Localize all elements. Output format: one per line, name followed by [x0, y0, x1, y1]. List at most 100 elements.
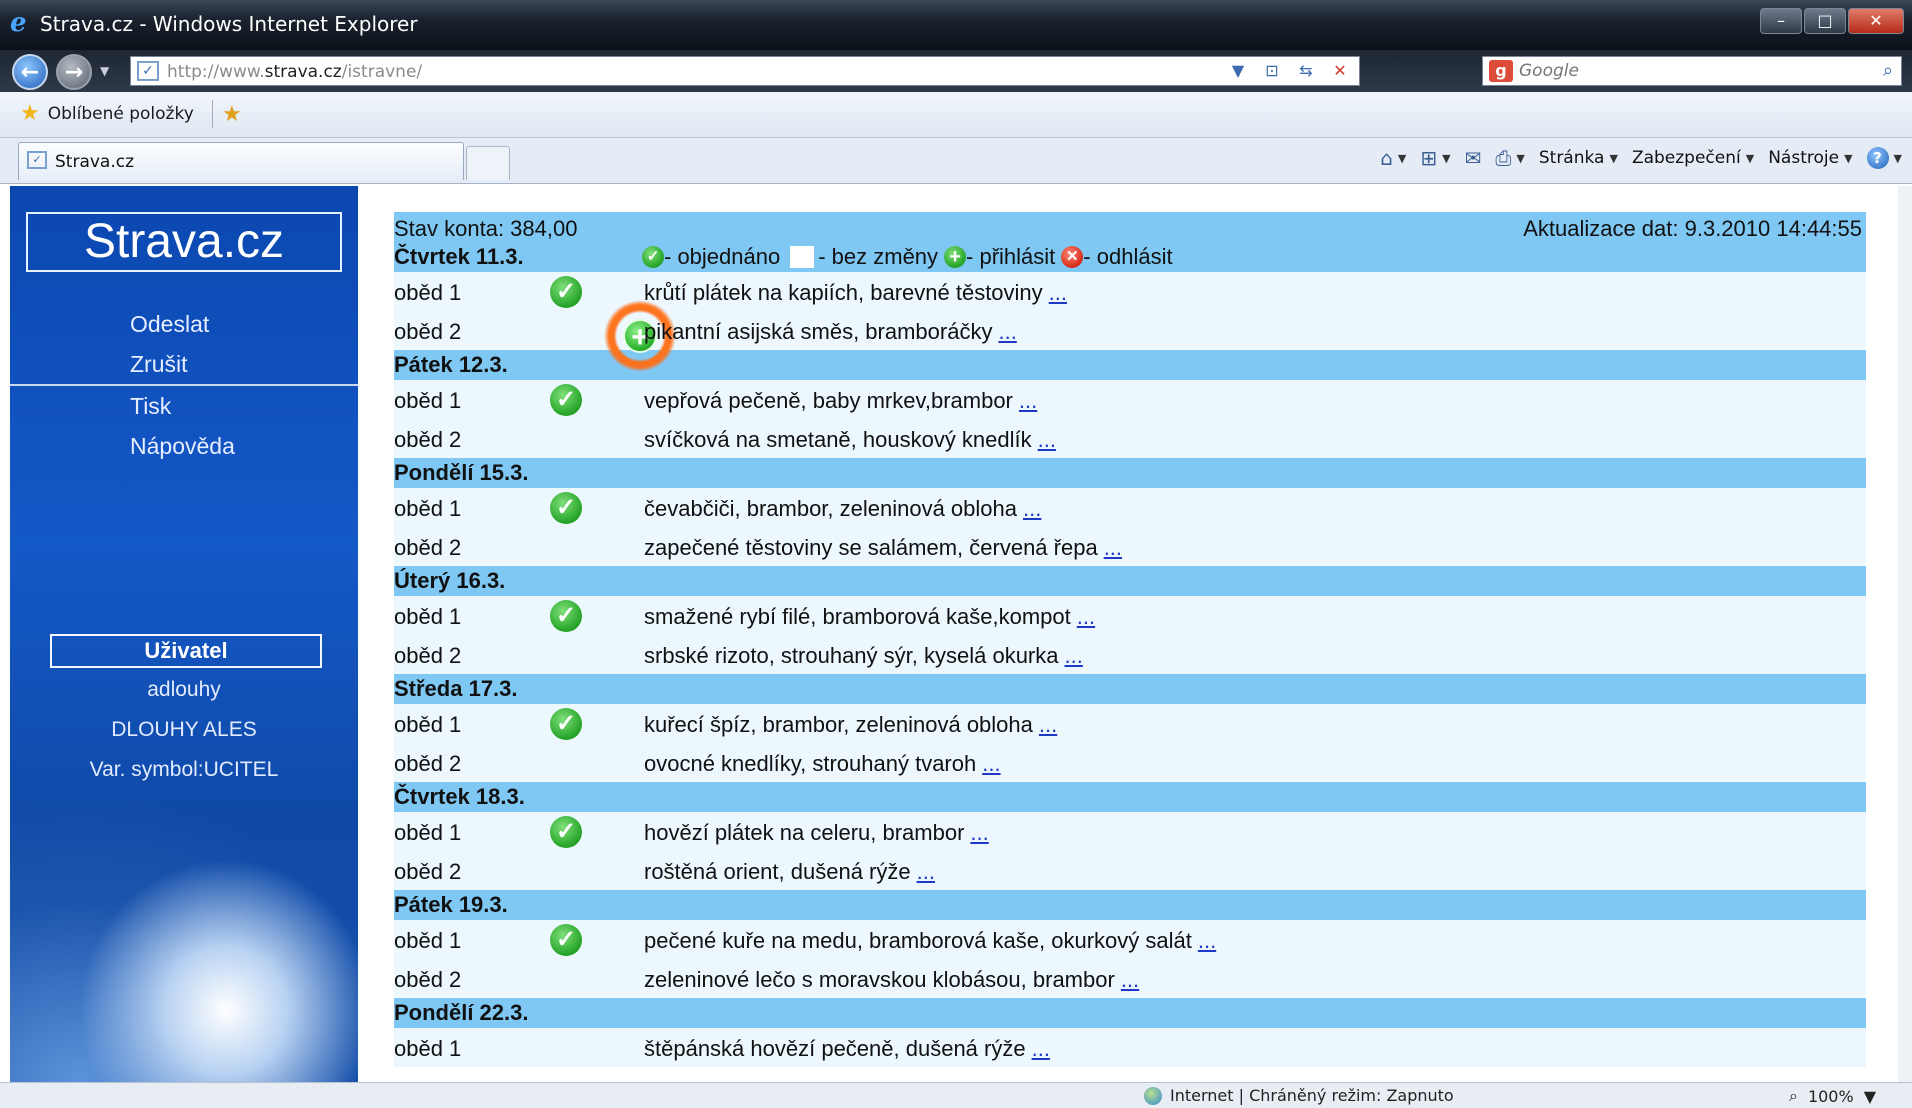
meal-detail-link[interactable]: ...	[1023, 496, 1041, 521]
rss-icon: ⊞	[1420, 146, 1438, 170]
close-button[interactable]: ✕	[1848, 8, 1904, 34]
meal-detail-link[interactable]: ...	[1039, 712, 1057, 737]
minimize-button[interactable]: –	[1760, 8, 1802, 34]
vertical-scrollbar[interactable]	[1898, 186, 1912, 1082]
ordered-check-icon: ✓	[550, 708, 582, 740]
meal-status[interactable]	[550, 639, 582, 671]
legend-logout: ✕ - odhlásit	[1061, 244, 1173, 270]
favorites-star-icon: ★	[20, 101, 40, 126]
zoom-control[interactable]: ⌕ 100% ▼	[1789, 1086, 1876, 1106]
meal-status[interactable]	[550, 1032, 582, 1064]
meal-label: oběd 1	[394, 604, 462, 629]
meal-detail-link[interactable]: ...	[1038, 427, 1056, 452]
help-menu[interactable]: ? ▼	[1866, 147, 1902, 169]
home-button[interactable]: ⌂ ▼	[1380, 146, 1406, 170]
meal-detail-link[interactable]: ...	[998, 319, 1016, 344]
main-content: Stav konta: 384,00 Aktualizace dat: 9.3.…	[358, 186, 1898, 1082]
day-header: Úterý 16.3.	[394, 566, 1866, 596]
ordered-check-icon: ✓	[642, 246, 664, 268]
meal-detail-link[interactable]: ...	[970, 820, 988, 845]
legend-login-label: - přihlásit	[966, 244, 1056, 269]
tab-page-icon: ✓	[27, 151, 47, 169]
security-menu-label: Zabezpečení	[1631, 148, 1741, 168]
meal-status[interactable]: ✓	[550, 816, 582, 848]
meal-label: oběd 2	[394, 967, 462, 992]
maximize-button[interactable]: □	[1804, 8, 1846, 34]
meal-detail-link[interactable]: ...	[1104, 535, 1122, 560]
address-dropdown-icon[interactable]: ▼	[1223, 60, 1253, 82]
favorites-button[interactable]: ★ Oblíbené položky	[20, 103, 194, 125]
meal-detail-link[interactable]: ...	[1198, 928, 1216, 953]
tab-label: Strava.cz	[55, 152, 135, 172]
meal-status[interactable]	[550, 531, 582, 563]
meal-status[interactable]	[550, 855, 582, 887]
sidebar-item-cancel[interactable]: Zrušit	[10, 344, 358, 384]
meal-detail-link[interactable]: ...	[1019, 388, 1037, 413]
day-header: Středa 17.3.	[394, 674, 1866, 704]
chevron-down-icon: ▼	[1397, 151, 1407, 165]
search-input[interactable]	[1519, 60, 1859, 82]
mail-button[interactable]: ✉	[1465, 146, 1482, 170]
stop-icon[interactable]: ✕	[1325, 60, 1355, 82]
meal-status[interactable]	[550, 963, 582, 995]
meal-description: ovocné knedlíky, strouhaný tvaroh...	[644, 751, 1001, 776]
meal-detail-link[interactable]: ...	[1049, 280, 1067, 305]
tools-menu[interactable]: Nástroje ▼	[1768, 148, 1852, 168]
meal-description: hovězí plátek na celeru, brambor...	[644, 820, 989, 845]
address-bar[interactable]: ✓ http://www.strava.cz/istravne/ ▼ ⊡ ⇆ ✕	[130, 56, 1360, 86]
address-url[interactable]: http://www.strava.cz/istravne/	[167, 62, 422, 82]
meal-detail-link[interactable]: ...	[982, 751, 1000, 776]
sidebar-item-help[interactable]: Nápověda	[10, 426, 358, 466]
feeds-button[interactable]: ⊞ ▼	[1420, 146, 1450, 170]
meal-description: pikantní asijská směs, bramboráčky...	[644, 319, 1017, 344]
forward-button[interactable]: →	[56, 54, 92, 90]
print-button[interactable]: ⎙ ▼	[1495, 146, 1524, 170]
chevron-down-icon: ▼	[1609, 151, 1618, 165]
meal-description: pečené kuře na medu, bramborová kaše, ok…	[644, 928, 1217, 953]
refresh-icon[interactable]: ⇆	[1291, 60, 1321, 82]
meal-status[interactable]: ✓	[550, 708, 582, 740]
meal-status[interactable]	[550, 747, 582, 779]
meal-detail-link[interactable]: ...	[1121, 967, 1139, 992]
meal-row: oběd 1 ✓ pečené kuře na medu, bramborová…	[394, 920, 1866, 959]
search-icon[interactable]: ⌕	[1883, 60, 1893, 81]
meal-row: oběd 2 zapečené těstoviny se salámem, če…	[394, 527, 1866, 566]
sidebar: Strava.cz Odeslat Zrušit Tisk Nápověda U…	[10, 186, 358, 1082]
meal-label: oběd 2	[394, 427, 462, 452]
meal-status[interactable]: ✓	[550, 384, 582, 416]
meal-detail-link[interactable]: ...	[1065, 643, 1083, 668]
zoom-magnifier-icon: ⌕	[1788, 1086, 1798, 1105]
security-menu[interactable]: Zabezpečení ▼	[1632, 148, 1754, 168]
meal-detail-link[interactable]: ...	[917, 859, 935, 884]
meal-label: oběd 1	[394, 928, 462, 953]
meal-status[interactable]: ✓	[550, 492, 582, 524]
security-zone[interactable]: Internet | Chráněný režim: Zapnuto	[1144, 1086, 1454, 1105]
tab-strava[interactable]: ✓ Strava.cz	[18, 142, 464, 180]
data-update-time: Aktualizace dat: 9.3.2010 14:44:55	[1523, 216, 1862, 241]
new-tab-button[interactable]	[466, 146, 510, 180]
sidebar-item-send[interactable]: Odeslat	[10, 304, 358, 344]
meal-status[interactable]: ✓	[550, 924, 582, 956]
chevron-down-icon: ▼	[1863, 1086, 1876, 1106]
meal-status[interactable]: ✓	[550, 600, 582, 632]
add-favorite-icon[interactable]: ★	[222, 102, 242, 127]
status-legend: ✓ - objednáno - bez změny + - přihlásit ✕ -…	[642, 244, 1179, 270]
meal-detail-link[interactable]: ...	[1077, 604, 1095, 629]
search-box[interactable]: g ⌕	[1482, 56, 1902, 86]
meal-status[interactable]: ✓	[550, 276, 582, 308]
meal-label: oběd 1	[394, 1036, 462, 1061]
meal-description: smažené rybí filé, bramborová kaše,kompo…	[644, 604, 1096, 629]
meal-row: oběd 1 ✓ smažené rybí filé, bramborová k…	[394, 596, 1866, 635]
back-button[interactable]: ←	[12, 54, 48, 90]
meal-status[interactable]	[550, 423, 582, 455]
navigation-bar: ← → ▼ ✓ http://www.strava.cz/istravne/ ▼…	[0, 50, 1912, 92]
history-dropdown-icon[interactable]: ▼	[100, 64, 109, 78]
window-title-bar: e Strava.cz - Windows Internet Explorer …	[0, 0, 1912, 50]
page-menu[interactable]: Stránka ▼	[1539, 148, 1618, 168]
meal-label: oběd 1	[394, 388, 462, 413]
compatibility-view-icon[interactable]: ⊡	[1257, 60, 1287, 82]
meal-detail-link[interactable]: ...	[1032, 1036, 1050, 1061]
globe-icon	[1144, 1086, 1162, 1105]
sidebar-item-print[interactable]: Tisk	[10, 386, 358, 426]
meal-row: oběd 2 + pikantní asijská směs, bramborá…	[394, 301, 1866, 371]
